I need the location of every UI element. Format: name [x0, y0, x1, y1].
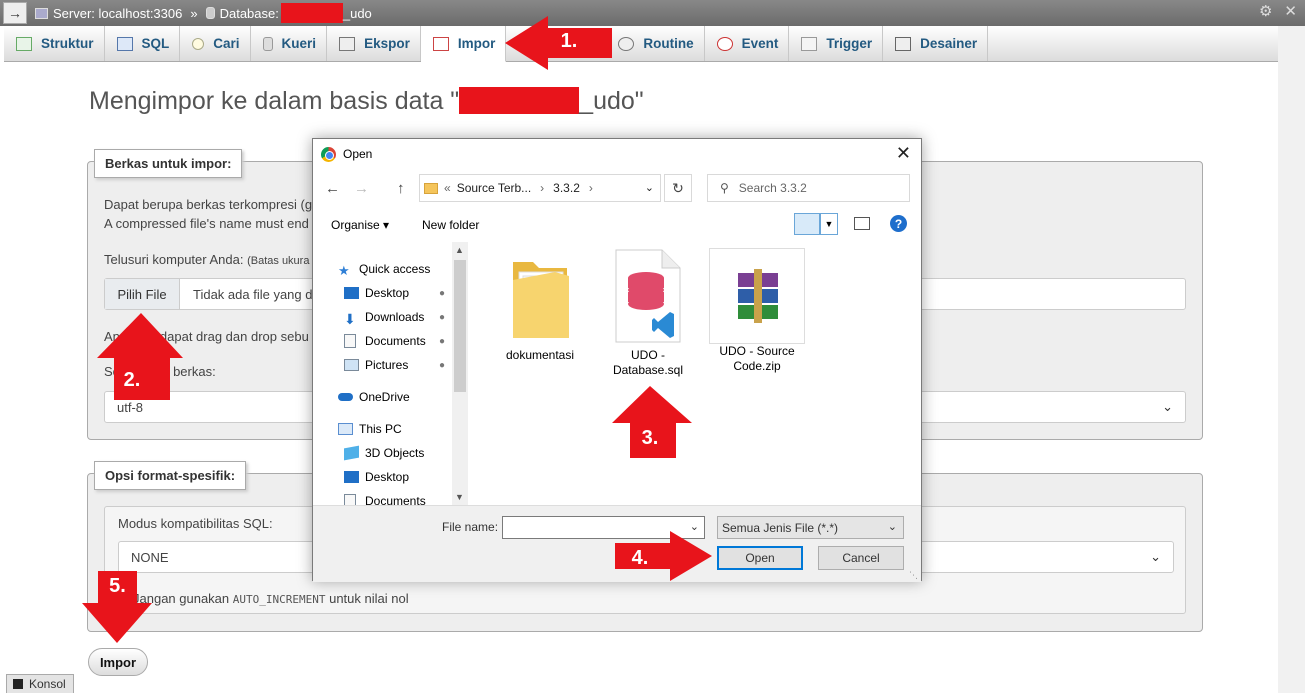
annotation-label-3: 3.: [641, 426, 659, 449]
annotation-label-5: 5.: [109, 574, 126, 597]
annotation-label-1: 1.: [560, 29, 578, 52]
annotation-layer: [82, 16, 712, 643]
annotation-label-2: 2.: [123, 368, 141, 391]
annotation-label-4: 4.: [631, 546, 649, 569]
